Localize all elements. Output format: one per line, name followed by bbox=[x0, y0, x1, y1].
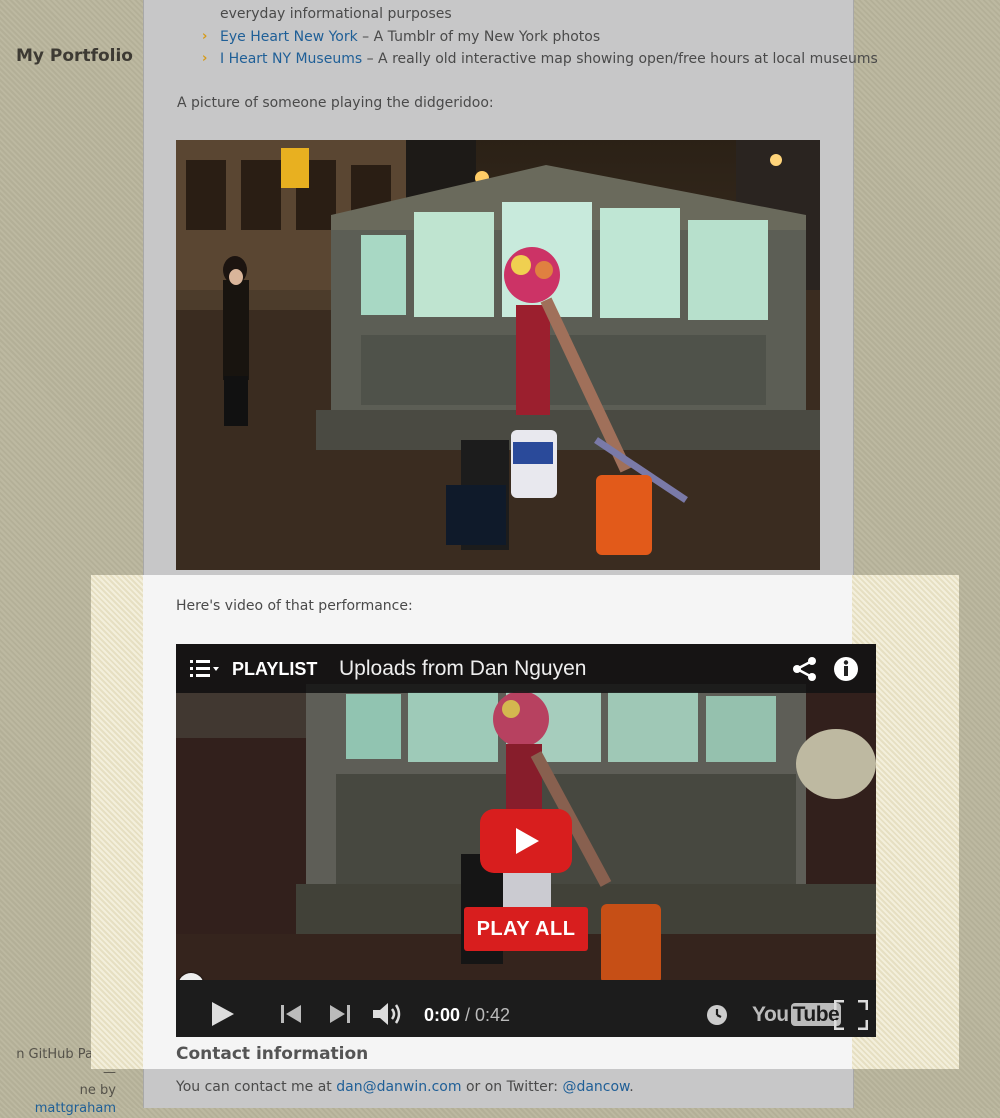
list-item: › I Heart NY Museums – A really old inter… bbox=[202, 48, 878, 71]
watch-later-clock-icon[interactable] bbox=[706, 1004, 728, 1026]
playlist-label[interactable]: PLAYLIST bbox=[232, 659, 317, 680]
play-all-label: PLAY ALL bbox=[476, 918, 576, 940]
total-time: / 0:42 bbox=[460, 1005, 511, 1025]
youtube-player[interactable]: PLAYLIST Uploads from Dan Nguyen PLAY AL… bbox=[176, 644, 876, 1037]
chevron-right-icon: › bbox=[202, 51, 208, 66]
previous-icon[interactable] bbox=[280, 1003, 302, 1025]
list-item: › Eye Heart New York – A Tumblr of my New… bbox=[202, 26, 878, 49]
info-icon[interactable] bbox=[833, 656, 859, 682]
footer-theme-author-link[interactable]: mattgraham bbox=[35, 1101, 116, 1116]
contact-middle: or on Twitter: bbox=[461, 1079, 563, 1095]
contact-suffix: . bbox=[629, 1079, 634, 1095]
site-title[interactable]: My Portfolio bbox=[16, 46, 133, 66]
current-time: 0:00 bbox=[424, 1005, 461, 1025]
list-item-desc: – A really old interactive map showing o… bbox=[362, 51, 878, 67]
fullscreen-icon[interactable] bbox=[834, 1000, 868, 1030]
player-top-bar: PLAYLIST Uploads from Dan Nguyen bbox=[176, 644, 876, 693]
photo-illustration bbox=[176, 140, 820, 570]
chevron-right-icon: › bbox=[202, 28, 208, 44]
contact-heading: Contact information bbox=[176, 1044, 369, 1064]
email-link[interactable]: dan@danwin.com bbox=[336, 1079, 461, 1095]
list-item-desc: – A Tumblr of my New York photos bbox=[357, 28, 601, 45]
twitter-link[interactable]: @dancow bbox=[562, 1079, 629, 1095]
photo-caption: A picture of someone playing the didgeri… bbox=[177, 95, 494, 111]
eye-heart-new-york-link[interactable]: Eye Heart New York bbox=[220, 29, 358, 45]
youtube-logo[interactable]: You Tube bbox=[752, 1001, 842, 1029]
play-all-button[interactable]: PLAY ALL bbox=[464, 907, 588, 951]
playlist-menu-icon[interactable] bbox=[190, 658, 220, 680]
footer-theme-prefix: ne by bbox=[79, 1083, 116, 1098]
play-icon[interactable] bbox=[210, 1001, 236, 1027]
project-link-list: everyday informational purposes › Eye Hea… bbox=[202, 3, 878, 71]
i-heart-ny-museums-link[interactable]: I Heart NY Museums bbox=[220, 51, 362, 67]
youtube-play-icon[interactable] bbox=[480, 809, 572, 873]
share-icon[interactable] bbox=[792, 656, 818, 682]
contact-text: You can contact me at dan@danwin.com or … bbox=[176, 1079, 634, 1095]
didgeridoo-photo bbox=[176, 140, 820, 570]
contact-prefix: You can contact me at bbox=[176, 1079, 337, 1095]
next-icon[interactable] bbox=[329, 1003, 351, 1025]
youtube-logo-you: You bbox=[752, 1003, 789, 1026]
list-item-partial: everyday informational purposes bbox=[202, 3, 878, 26]
video-title[interactable]: Uploads from Dan Nguyen bbox=[339, 657, 586, 681]
player-control-bar: 0:00 / 0:42 You Tube bbox=[176, 980, 876, 1037]
volume-icon[interactable] bbox=[372, 1001, 404, 1027]
partial-text: everyday informational purposes bbox=[220, 6, 452, 22]
video-caption: Here's video of that performance: bbox=[176, 598, 413, 614]
footer-theme-line: ne by mattgraham bbox=[0, 1082, 116, 1118]
time-display: 0:00 / 0:42 bbox=[424, 1005, 510, 1026]
